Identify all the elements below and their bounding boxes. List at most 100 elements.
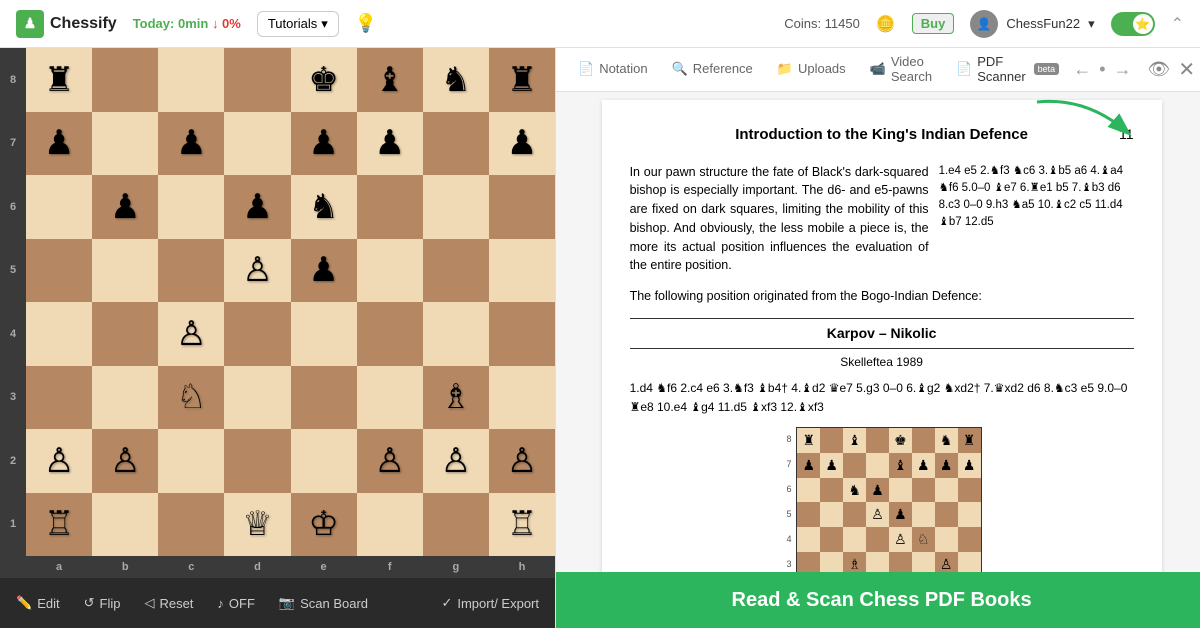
board-cell[interactable]: ♟ <box>224 175 290 239</box>
mini-board-cell[interactable] <box>797 502 820 527</box>
edit-button[interactable]: ✏️ Edit <box>16 595 60 611</box>
mini-board-cell[interactable] <box>843 527 866 552</box>
board-cell[interactable] <box>291 302 357 366</box>
board-cell[interactable]: ♟ <box>92 175 158 239</box>
board-cell[interactable] <box>158 493 224 557</box>
mini-board-cell[interactable] <box>797 527 820 552</box>
board-cell[interactable] <box>423 302 489 366</box>
board-cell[interactable]: ♟ <box>158 112 224 176</box>
mini-board-cell[interactable]: ♟ <box>935 453 958 478</box>
mini-board-cell[interactable] <box>889 478 912 503</box>
mini-board-cell[interactable] <box>912 502 935 527</box>
mini-board-cell[interactable]: ♟ <box>797 453 820 478</box>
mini-board-cell[interactable]: ♞ <box>843 478 866 503</box>
board-cell[interactable]: ♙ <box>357 429 423 493</box>
board-cell[interactable]: ♜ <box>26 48 92 112</box>
tab-uploads[interactable]: 📁 Uploads <box>767 53 856 87</box>
mini-board-cell[interactable]: ♟ <box>866 478 889 503</box>
board-cell[interactable] <box>92 493 158 557</box>
tab-reference[interactable]: 🔍 Reference <box>662 53 763 87</box>
hint-icon[interactable]: 💡 <box>355 13 377 34</box>
mini-board-cell[interactable] <box>935 502 958 527</box>
board-cell[interactable] <box>26 239 92 303</box>
mini-board-cell[interactable] <box>958 478 981 503</box>
board-cell[interactable] <box>423 493 489 557</box>
board-cell[interactable]: ♟ <box>26 112 92 176</box>
mini-board-cell[interactable] <box>958 527 981 552</box>
board-cell[interactable]: ♚ <box>291 48 357 112</box>
mini-board-cell[interactable] <box>866 428 889 453</box>
user-area[interactable]: 👤 ChessFun22 ▾ <box>970 10 1094 38</box>
mini-board-cell[interactable] <box>912 428 935 453</box>
board-cell[interactable] <box>423 112 489 176</box>
mini-board-cell[interactable] <box>912 478 935 503</box>
board-cell[interactable]: ♙ <box>489 429 555 493</box>
mini-board-cell[interactable] <box>935 478 958 503</box>
mini-board-cell[interactable]: ♘ <box>912 527 935 552</box>
board-cell[interactable] <box>92 112 158 176</box>
board-cell[interactable] <box>26 366 92 430</box>
board-cell[interactable]: ♟ <box>291 112 357 176</box>
board-cell[interactable]: ♜ <box>489 48 555 112</box>
board-cell[interactable]: ♟ <box>357 112 423 176</box>
board-cell[interactable]: ♟ <box>291 239 357 303</box>
mini-board-cell[interactable]: ♝ <box>843 428 866 453</box>
mini-board-cell[interactable]: ♞ <box>935 428 958 453</box>
mini-board-cell[interactable] <box>820 527 843 552</box>
tab-notation[interactable]: 📄 Notation <box>568 53 658 87</box>
mini-board-cell[interactable]: ♙ <box>889 527 912 552</box>
board-cell[interactable] <box>357 302 423 366</box>
board-cell[interactable]: ♟ <box>489 112 555 176</box>
mini-board-cell[interactable]: ♙ <box>866 502 889 527</box>
board-cell[interactable]: ♞ <box>291 175 357 239</box>
reset-button[interactable]: ◁ Reset <box>144 595 193 611</box>
board-cell[interactable] <box>158 48 224 112</box>
mini-board-cell[interactable] <box>843 453 866 478</box>
board-cell[interactable] <box>357 175 423 239</box>
mini-board-cell[interactable] <box>820 478 843 503</box>
mini-board-cell[interactable]: ♝ <box>889 453 912 478</box>
board-cell[interactable] <box>423 239 489 303</box>
board-cell[interactable]: ♙ <box>423 429 489 493</box>
board-cell[interactable] <box>357 239 423 303</box>
board-cell[interactable] <box>158 239 224 303</box>
close-icon[interactable]: ✕ <box>1178 57 1195 82</box>
board-cell[interactable] <box>26 302 92 366</box>
board-cell[interactable]: ♘ <box>158 366 224 430</box>
theme-toggle[interactable]: ⭐ <box>1111 12 1155 36</box>
mini-board-cell[interactable] <box>866 453 889 478</box>
tab-video-search[interactable]: 📹 Video Search <box>860 46 942 94</box>
board-cell[interactable]: ♝ <box>357 48 423 112</box>
board-cell[interactable] <box>92 239 158 303</box>
board-cell[interactable]: ♙ <box>158 302 224 366</box>
board-cell[interactable] <box>224 48 290 112</box>
mini-board-cell[interactable] <box>820 428 843 453</box>
mini-board-cell[interactable]: ♜ <box>958 428 981 453</box>
board-cell[interactable] <box>489 366 555 430</box>
board-cell[interactable] <box>158 429 224 493</box>
board-cell[interactable]: ♖ <box>489 493 555 557</box>
import-export-button[interactable]: ✓ Import/ Export <box>441 595 539 611</box>
board-cell[interactable]: ♖ <box>26 493 92 557</box>
pdf-content[interactable]: 11 Introduction to the King's Indian Def… <box>556 92 1200 628</box>
scan-board-button[interactable]: 📷 Scan Board <box>279 595 368 611</box>
board-cell[interactable] <box>92 48 158 112</box>
board-cell[interactable] <box>357 493 423 557</box>
board-cell[interactable]: ♙ <box>26 429 92 493</box>
tab-pdf-scanner[interactable]: 📄 PDF Scanner beta <box>946 46 1069 94</box>
buy-button[interactable]: Buy <box>912 13 955 34</box>
mini-board-cell[interactable] <box>935 527 958 552</box>
board-cell[interactable] <box>224 366 290 430</box>
board-cell[interactable] <box>489 239 555 303</box>
board-cell[interactable] <box>489 302 555 366</box>
board-cell[interactable] <box>92 366 158 430</box>
board-cell[interactable] <box>224 302 290 366</box>
board-cell[interactable]: ♕ <box>224 493 290 557</box>
board-cell[interactable]: ♙ <box>92 429 158 493</box>
mini-board-cell[interactable]: ♟ <box>820 453 843 478</box>
mini-board-cell[interactable]: ♚ <box>889 428 912 453</box>
collapse-button[interactable]: ⌃ <box>1171 14 1184 34</box>
sound-button[interactable]: ♪ OFF <box>217 596 255 611</box>
board-cell[interactable] <box>489 175 555 239</box>
mini-board-cell[interactable] <box>866 527 889 552</box>
